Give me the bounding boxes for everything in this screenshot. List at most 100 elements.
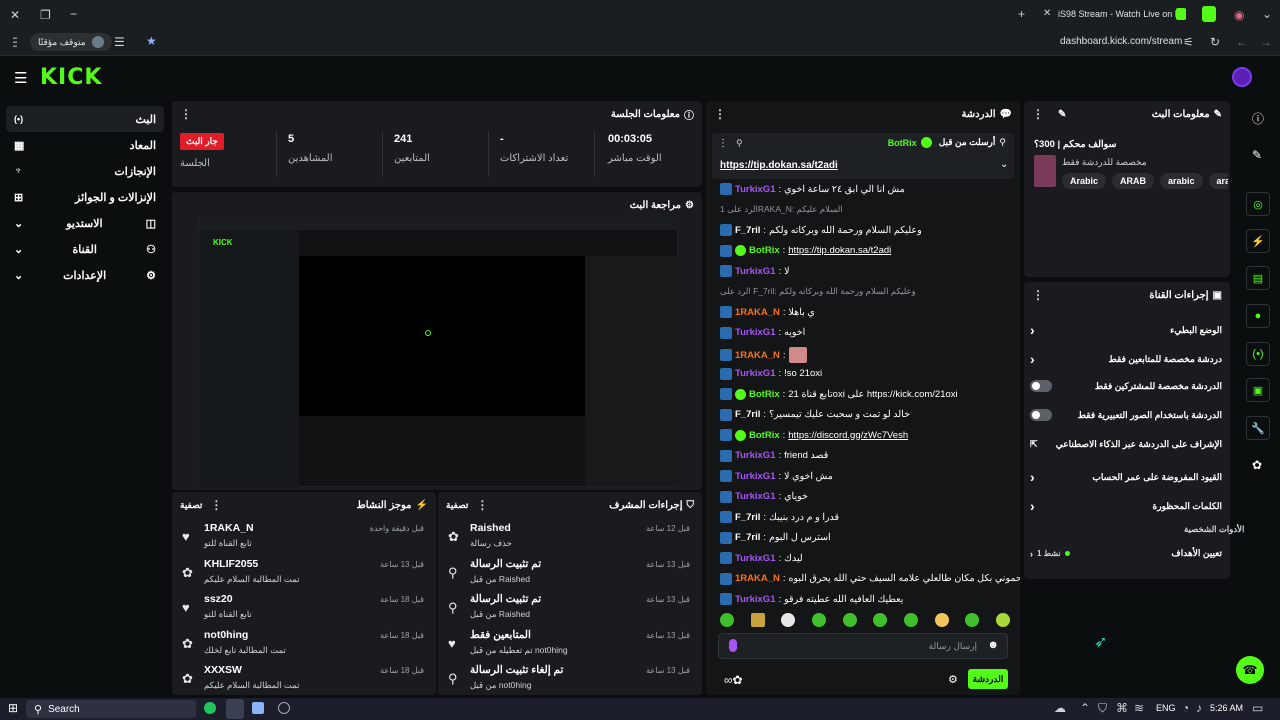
category-thumbnail[interactable] xyxy=(1034,155,1056,187)
chat-username[interactable]: BotRix xyxy=(749,245,780,256)
more-options-icon[interactable]: ⋮ xyxy=(1032,107,1044,121)
chat-message[interactable]: BotRix: تابع قناة 21oxi على https://kick.… xyxy=(720,388,958,400)
sidebar-item-vods[interactable]: ▦ المعاد xyxy=(6,132,164,158)
edit-icon[interactable]: ✎ xyxy=(1058,109,1066,120)
emote-icon[interactable] xyxy=(750,613,765,627)
browser-menu-icon[interactable]: ⋮ xyxy=(8,35,20,49)
windows-start-icon[interactable]: ⊞ xyxy=(8,701,18,715)
chat-input[interactable]: إرسال رسالة ☻ xyxy=(718,633,1008,659)
user-avatar[interactable] xyxy=(1232,67,1252,87)
chat-message[interactable]: TurkixG1: لا xyxy=(720,265,790,277)
list-item[interactable]: ✿ not0hing تمت المطالبة تابع لخلك قبل 18 سا… xyxy=(172,625,436,661)
list-item[interactable]: ♥ المتابعين فقط تم تعطيله من قبل not0hing ق… xyxy=(438,625,702,661)
stream-video[interactable]: KICK xyxy=(198,217,679,488)
url-text[interactable]: dashboard.kick.com/stream xyxy=(1060,36,1182,47)
info-icon[interactable]: ⓘ xyxy=(1252,110,1264,127)
minimize-icon[interactable]: − xyxy=(70,7,77,21)
chat-message[interactable]: 1RAKA_N: ي باهلا xyxy=(720,306,815,318)
tag-chip[interactable]: arar xyxy=(1208,173,1228,189)
emote-icon[interactable] xyxy=(873,613,888,627)
chat-message[interactable]: BotRix: https://tip.dokan.sa/t2adi xyxy=(720,244,891,257)
channel-action-item[interactable]: الدردشة باستخدام الصور التعبيرية فقط xyxy=(1030,409,1222,421)
network-icon[interactable]: ⌘ xyxy=(1116,701,1128,715)
chat-message[interactable]: F_7ril: وعليكم السلام ورحمة الله وبركاته … xyxy=(720,224,922,236)
wifi-icon[interactable]: ◔ xyxy=(1182,701,1189,715)
emote-icon[interactable] xyxy=(720,613,734,627)
list-item[interactable]: ⚲ تم تثبيت الرسالة من قبل Raished قبل 13 سا… xyxy=(438,589,702,625)
help-button[interactable]: ☎ xyxy=(1236,656,1264,684)
kick-tab-icon[interactable] xyxy=(1176,8,1186,20)
settings-icon[interactable]: ✿ xyxy=(1252,458,1262,472)
chat-username[interactable]: F_7ril xyxy=(735,225,760,236)
send-chat-button[interactable]: الدردشة xyxy=(968,669,1008,689)
chat-username[interactable]: TurkixG1 xyxy=(735,553,775,564)
chat-message[interactable]: TurkixG1: اخويه xyxy=(720,326,805,339)
rail-notes-button[interactable]: ▤ xyxy=(1246,266,1270,290)
chat-username[interactable]: TurkixG1 xyxy=(735,491,775,502)
rail-chat-button[interactable]: ● xyxy=(1246,304,1270,328)
chat-message[interactable]: TurkixG1: مش انا الي ابق ٢٤ ساعة اخوي xyxy=(720,183,905,195)
chat-message[interactable]: TurkixG1: friend قصد xyxy=(720,449,828,462)
tag-chip[interactable]: arabic xyxy=(1160,173,1203,189)
more-options-icon[interactable]: ⋮ xyxy=(210,498,222,512)
sidebar-item-stream[interactable]: (•) البث xyxy=(6,106,164,132)
chevron-right-icon[interactable]: › xyxy=(1030,322,1035,338)
sidebar-item-achievements[interactable]: ♆ الإنجازات xyxy=(6,158,164,184)
chrome-app-icon[interactable] xyxy=(226,699,244,719)
chat-message[interactable]: F_7ril: خالد لو تمت و سحبت عليك تيمسير؟ xyxy=(720,408,910,421)
chat-username[interactable]: TurkixG1 xyxy=(735,450,775,461)
weather-icon[interactable]: ☁ xyxy=(1054,701,1066,715)
channel-action-item[interactable]: الدردشة مخصصة للمشتركين فقط xyxy=(1030,380,1222,392)
chat-username[interactable]: TurkixG1 xyxy=(735,266,775,277)
tab-search-icon[interactable]: ⌄ xyxy=(1262,7,1272,21)
emote-icon[interactable] xyxy=(903,613,918,627)
rail-activity-button[interactable]: ⚡ xyxy=(1246,229,1270,253)
restore-icon[interactable]: ❐ xyxy=(40,8,51,22)
app-icon[interactable] xyxy=(252,702,264,714)
list-item[interactable]: ✿ XXXSW تمت المطالبة السلام عليكم قبل 18 سا… xyxy=(172,660,436,695)
list-item[interactable]: ✿ Raished حذف رسالة قبل 12 ساعة xyxy=(438,518,702,554)
sidebar-item-channel[interactable]: ⌄ القناة ⚇ xyxy=(6,236,164,262)
set-goals-item[interactable]: › نشط 1 تعيين الأهداف xyxy=(1030,548,1222,559)
sidebar-item-studio[interactable]: ⌄ الاستديو ◫ xyxy=(6,210,164,236)
chat-username[interactable]: BotRix xyxy=(749,430,780,441)
back-icon[interactable]: ← xyxy=(1236,35,1248,49)
kick-active-tab-icon[interactable] xyxy=(1202,6,1216,22)
chat-message[interactable]: 1RAKA_N: xyxy=(720,347,808,363)
more-options-icon[interactable]: ⋮ xyxy=(718,138,728,149)
more-options-icon[interactable]: ⋮ xyxy=(476,498,488,512)
wifi-icon[interactable]: ≋ xyxy=(1134,701,1144,715)
filter-button[interactable]: تصفية xyxy=(446,500,468,511)
chat-message[interactable]: F_7ril: قدرا و م درد بنيبك xyxy=(720,511,839,523)
chat-settings-icon[interactable]: ∞✿ xyxy=(724,673,743,687)
sidebar-item-settings[interactable]: ⌄ الإعدادات ⚙ xyxy=(6,262,164,288)
chat-message[interactable]: TurkixG1: !so 21oxi xyxy=(720,367,822,380)
channel-action-item[interactable]: › دردشة مخصصة للمتابعين فقط xyxy=(1030,351,1222,367)
chat-username[interactable]: F_7ril xyxy=(735,512,760,523)
chat-message[interactable]: TurkixG1: يعطيك العافيه الله عطيته فرقو xyxy=(720,593,903,605)
chat-username[interactable]: BotRix xyxy=(749,389,780,400)
tab-close-icon[interactable]: ✕ xyxy=(1043,8,1051,19)
channel-action-item[interactable]: › الوضع البطيء xyxy=(1030,322,1222,338)
reload-icon[interactable]: ↻ xyxy=(1210,35,1220,49)
chevron-up-icon[interactable]: ⌃ xyxy=(1080,701,1090,715)
profile-icon[interactable]: ◉ xyxy=(1234,8,1244,22)
rail-preview-button[interactable]: ◎ xyxy=(1246,192,1270,216)
forward-icon[interactable]: → xyxy=(1260,35,1272,49)
pin-icon[interactable]: ⚲ xyxy=(736,138,743,149)
filter-button[interactable]: تصفية xyxy=(180,500,202,511)
app-icon[interactable] xyxy=(278,702,290,714)
channel-action-item[interactable]: ⇱ الإشراف على الدردشة عبر الذكاء الاصطناع… xyxy=(1030,439,1222,450)
chat-username[interactable]: F_7ril xyxy=(735,409,760,420)
chat-reply[interactable]: الرد على F_7ril: وعليكم السلام ورحمة الل… xyxy=(720,286,916,297)
notification-icon[interactable]: ▭ xyxy=(1252,701,1263,715)
tab-title[interactable]: iS98 Stream - Watch Live on Ki xyxy=(1058,9,1183,19)
gear-icon[interactable]: ⚙ xyxy=(948,673,958,686)
pinned-link[interactable]: https://tip.dokan.sa/t2adi xyxy=(720,160,838,171)
rail-tools-button[interactable]: 🔧 xyxy=(1246,416,1270,440)
chevron-right-icon[interactable]: › xyxy=(1030,469,1035,485)
chat-username[interactable]: TurkixG1 xyxy=(735,184,775,195)
chat-username[interactable]: TurkixG1 xyxy=(735,594,775,605)
site-settings-icon[interactable]: ⚟ xyxy=(1183,35,1194,49)
emote-icon[interactable] xyxy=(995,613,1010,627)
